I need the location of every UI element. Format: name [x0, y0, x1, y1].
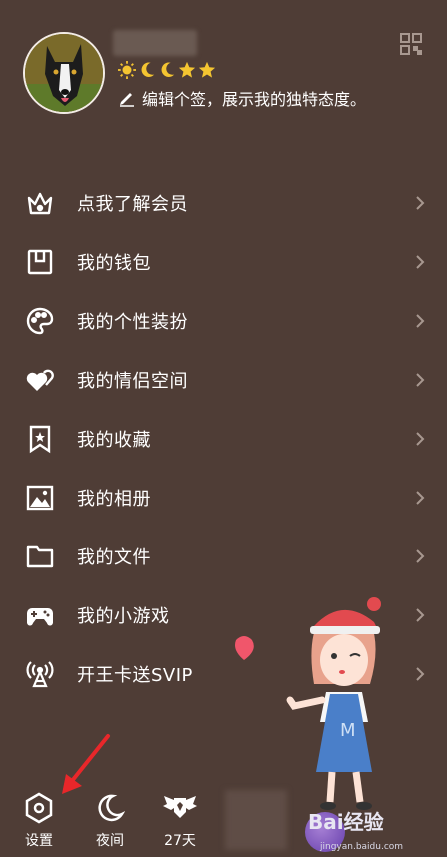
menu-item[interactable]: 我的钱包 [0, 233, 447, 291]
winged-badge-icon [163, 796, 197, 818]
moon-icon [141, 62, 155, 77]
menu-item[interactable]: 我的情侣空间 [0, 351, 447, 409]
menu-item-label: 我的相册 [77, 488, 151, 510]
photo-icon [24, 482, 56, 514]
menu-item-label: 开王卡送SVIP [77, 665, 193, 687]
night-label: 夜间 [96, 833, 124, 849]
menu-item[interactable]: 我的收藏 [0, 410, 447, 468]
menu-item[interactable]: 点我了解会员 [0, 174, 447, 232]
annotation-arrow [62, 734, 110, 794]
cartoon-girl-illustration: M [235, 597, 381, 810]
menu-item[interactable]: 我的文件 [0, 527, 447, 585]
chevron-right-icon [415, 666, 425, 682]
gamepad-icon [24, 599, 56, 631]
menu-item-label: 我的钱包 [77, 252, 151, 274]
settings-button[interactable]: 设置 [11, 790, 67, 850]
chevron-right-icon [415, 313, 425, 329]
watermark-brand: Bai经验 [308, 810, 384, 834]
palette-icon [24, 305, 56, 337]
star-icon [178, 61, 196, 78]
blurred-region [225, 790, 287, 850]
signature-text: 编辑个签，展示我的独特态度。 [142, 90, 367, 109]
menu-item[interactable]: 我的个性装扮 [0, 292, 447, 350]
night-mode-button[interactable]: 夜间 [82, 790, 138, 850]
username-blurred [113, 30, 197, 56]
hexagon-settings-icon [25, 792, 53, 824]
bookmark-star-icon [24, 423, 56, 455]
hearts-icon [24, 364, 56, 396]
chevron-right-icon [415, 548, 425, 564]
svg-text:M: M [340, 720, 356, 741]
broadcast-icon [24, 658, 56, 690]
chevron-right-icon [415, 431, 425, 447]
menu-item-label: 点我了解会员 [77, 194, 188, 215]
avatar[interactable] [23, 32, 105, 114]
moon-icon [98, 794, 125, 822]
chevron-right-icon [415, 195, 425, 211]
qr-code-icon[interactable] [399, 32, 423, 56]
menu-item-label: 我的文件 [77, 547, 151, 569]
menu-item-label: 我的小游戏 [77, 606, 170, 628]
menu-item[interactable]: 我的相册 [0, 469, 447, 527]
days-button[interactable]: 27天 [152, 790, 208, 850]
chevron-right-icon [415, 254, 425, 270]
menu-item-label: 我的情侣空间 [77, 370, 188, 392]
wallet-icon [24, 246, 56, 278]
crown-icon [24, 187, 56, 219]
edit-pen-icon [120, 93, 134, 107]
menu-item-label: 我的个性装扮 [77, 311, 188, 333]
chevron-right-icon [415, 607, 425, 623]
level-badges [118, 60, 216, 80]
star-icon [198, 61, 216, 78]
settings-label: 设置 [25, 833, 53, 849]
signature-row[interactable]: 编辑个签，展示我的独特态度。 [118, 86, 366, 110]
days-label: 27天 [164, 833, 196, 849]
folder-icon [24, 540, 56, 572]
sun-icon [118, 61, 136, 79]
chevron-right-icon [415, 372, 425, 388]
menu-item-label: 我的收藏 [77, 429, 151, 451]
moon-icon [161, 62, 175, 77]
chevron-right-icon [415, 490, 425, 506]
watermark-url: jingyan.baidu.com [320, 842, 404, 852]
